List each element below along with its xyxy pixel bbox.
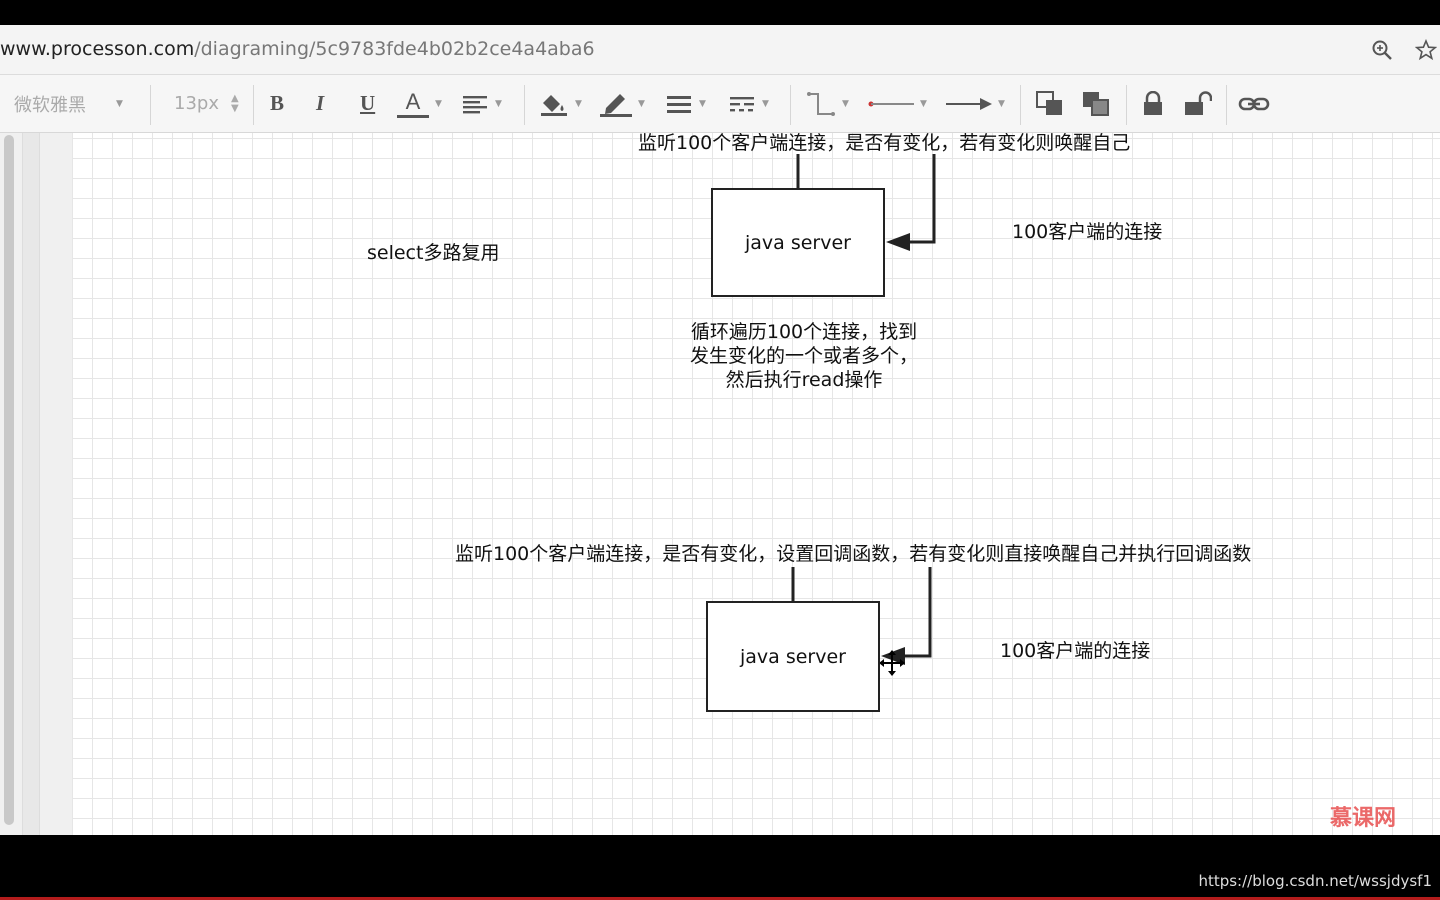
address-bar: www.processon.com/diagraming/5c9783fde4b… (0, 25, 1440, 75)
arrowhead-icon (886, 233, 910, 251)
unlock-icon (1185, 90, 1212, 115)
loop-line: 然后执行read操作 (725, 369, 883, 391)
divider (150, 85, 151, 125)
bring-front-icon (1036, 90, 1062, 115)
bottom-listen-label[interactable]: 监听100个客户端连接，是否有变化，设置回调函数，若有变化则直接唤醒自己并执行回… (455, 542, 1251, 566)
watermark-logo: 慕课网 (1330, 806, 1397, 831)
font-size-value: 13px (174, 93, 219, 114)
line-style-icon (730, 96, 754, 111)
top-black-bar (0, 0, 1440, 25)
divider (253, 85, 254, 125)
align-icon (463, 95, 487, 113)
chevron-down-icon: ▼ (920, 98, 927, 109)
bottom-java-server-label: java server (740, 645, 846, 668)
bookmark-star-icon[interactable] (1415, 39, 1437, 61)
lock-button[interactable] (1143, 75, 1163, 132)
connector-line[interactable] (896, 567, 932, 658)
chevron-down-icon: ▼ (699, 98, 706, 109)
chevron-down-icon: ▼ (495, 98, 502, 109)
chevron-down-icon: ▼ (842, 98, 849, 109)
line-style-button[interactable]: ▼ (730, 75, 769, 132)
url-field[interactable]: www.processon.com/diagraming/5c9783fde4b… (0, 38, 595, 60)
source-credit: https://blog.csdn.net/wssjdysf1 (1198, 872, 1432, 890)
italic-button[interactable]: I (316, 75, 324, 132)
zoom-icon[interactable] (1371, 39, 1393, 61)
lock-icon (1144, 90, 1162, 115)
chevron-down-icon: ▼ (435, 98, 442, 109)
underline-label: U (360, 91, 376, 115)
fill-color-button[interactable]: ▼ (539, 75, 582, 132)
link-icon (1238, 97, 1270, 110)
divider (1126, 85, 1127, 125)
send-back-icon (1083, 91, 1109, 116)
bold-button[interactable]: B (270, 75, 284, 132)
connector-button[interactable]: ▼ (806, 75, 849, 132)
select-multiplex-label[interactable]: select多路复用 (367, 241, 499, 265)
url-path: /diagraming/5c9783fde4b02b2ce4a4aba6 (194, 38, 595, 60)
bottom-java-server-box[interactable]: java server (706, 601, 880, 712)
line-start-button[interactable]: ▼ (868, 75, 927, 132)
divider (1226, 85, 1227, 125)
fill-color-icon (541, 94, 567, 116)
divider (524, 85, 525, 125)
line-color-button[interactable]: ▼ (600, 75, 645, 132)
underline-button[interactable]: U (360, 75, 375, 132)
unlock-button[interactable] (1184, 75, 1212, 132)
bottom-black-bar: https://blog.csdn.net/wssjdysf1 (0, 835, 1440, 900)
chevron-down-icon: ▼ (116, 98, 123, 109)
italic-label: I (316, 91, 325, 115)
line-end-button[interactable]: ▼ (946, 75, 1005, 132)
font-color-label: A (405, 89, 421, 114)
line-width-button[interactable]: ▼ (667, 75, 706, 132)
divider (1020, 85, 1021, 125)
chevron-down-icon: ▼ (762, 98, 769, 109)
diagram-canvas[interactable]: 监听100个客户端连接，是否有变化，若有变化则唤醒自己 java server … (0, 133, 1440, 835)
url-host: www.processon.com (0, 38, 195, 60)
link-button[interactable] (1238, 75, 1270, 132)
bottom-clients-label[interactable]: 100客户端的连接 (1000, 639, 1150, 663)
connector-line[interactable] (900, 154, 936, 244)
top-java-server-label: java server (745, 231, 851, 254)
font-size-select[interactable]: 13px ▲ ▼ (174, 75, 239, 132)
line-width-icon (667, 95, 691, 113)
bold-label: B (270, 91, 285, 115)
loop-description[interactable]: 循环遍历100个连接，找到 发生变化的一个或者多个， 然后执行read操作 (664, 320, 944, 392)
send-back-button[interactable] (1082, 75, 1110, 132)
top-java-server-box[interactable]: java server (711, 188, 885, 297)
stepper-icon: ▲ ▼ (230, 92, 239, 114)
bring-front-button[interactable] (1036, 75, 1064, 132)
chevron-down-icon: ▼ (638, 98, 645, 109)
top-listen-label[interactable]: 监听100个客户端连接，是否有变化，若有变化则唤醒自己 (638, 133, 1130, 155)
toolbar: 微软雅黑 ▼ 13px ▲ ▼ B I U A ▼ ▼ ▼ ▼ ▼ ▼ ▼ ▼ … (0, 75, 1440, 133)
font-color-button[interactable]: A ▼ (397, 75, 442, 132)
line-color-icon (600, 93, 632, 117)
loop-line: 发生变化的一个或者多个， (689, 345, 918, 367)
top-clients-label[interactable]: 100客户端的连接 (1012, 220, 1162, 244)
line-start-icon (868, 101, 914, 106)
chevron-down-icon: ▼ (575, 98, 582, 109)
font-family-value: 微软雅黑 (14, 94, 86, 116)
line-end-icon (946, 97, 992, 110)
divider (790, 85, 791, 125)
font-family-select[interactable]: 微软雅黑 ▼ (14, 75, 123, 132)
connector-icon (807, 91, 835, 116)
chevron-down-icon: ▼ (998, 98, 1005, 109)
loop-line: 循环遍历100个连接，找到 (690, 321, 918, 343)
align-button[interactable]: ▼ (463, 75, 502, 132)
